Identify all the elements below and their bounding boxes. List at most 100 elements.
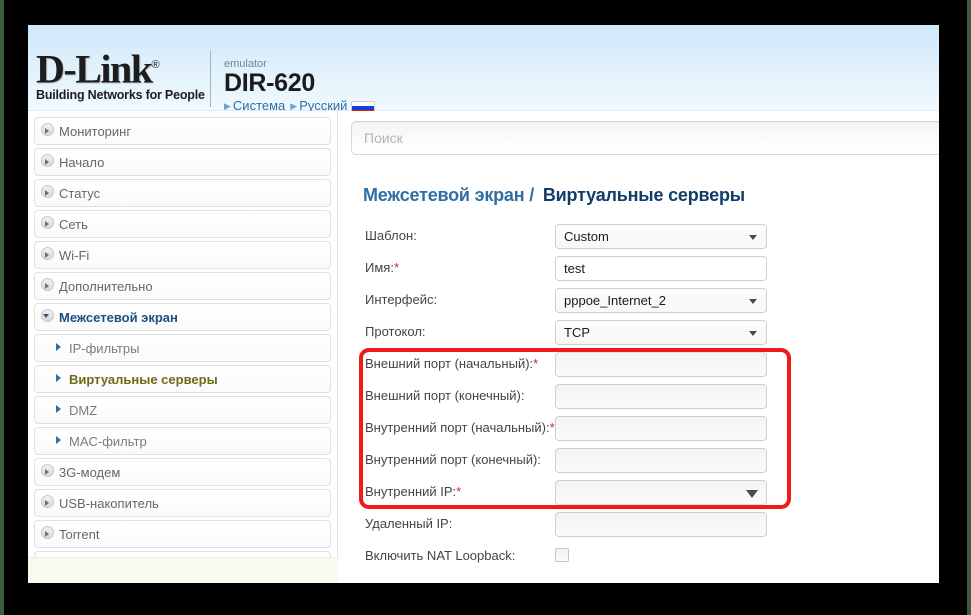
form-control-wrap-6 <box>555 416 785 441</box>
form-label-7: Внутренний порт (конечный): <box>365 448 555 467</box>
form-label-text: Интерфейс: <box>365 292 437 307</box>
form-row-9: Удаленный IP: <box>365 512 785 537</box>
form-control-wrap-4 <box>555 352 785 377</box>
form-control-wrap-5 <box>555 384 785 409</box>
form-label-text: Шаблон: <box>365 228 417 243</box>
sidebar-menu: Мониторинг Начало Статус Сеть Wi-Fi Дополните… <box>28 117 337 583</box>
page-title: Межсетевой экран / Виртуальные серверы <box>363 185 939 206</box>
sidebar-item-label: 3G-модем <box>59 465 120 480</box>
sidebar-item-3[interactable]: Сеть <box>34 210 331 238</box>
sidebar-item-label: Виртуальные серверы <box>69 372 218 387</box>
arrow-right-icon <box>47 343 69 354</box>
form-row-2: Интерфейс: pppoe_Internet_2 <box>365 288 785 313</box>
sidebar-item-label: Torrent <box>59 527 99 542</box>
form-control-wrap-7 <box>555 448 785 473</box>
sidebar-item-5[interactable]: Дополнительно <box>34 272 331 300</box>
sidebar-item-7[interactable]: IP-фильтры <box>34 334 331 362</box>
select-8[interactable] <box>555 480 767 505</box>
form-row-5: Внешний порт (конечный): <box>365 384 785 409</box>
required-asterisk: * <box>550 420 555 435</box>
sidebar-item-label: Дополнительно <box>59 279 153 294</box>
sidebar-item-8[interactable]: Виртуальные серверы <box>34 365 331 393</box>
sidebar-item-1[interactable]: Начало <box>34 148 331 176</box>
chevron-right-circle-icon <box>35 216 59 232</box>
sidebar-item-6[interactable]: Межсетевой экран <box>34 303 331 331</box>
virtual-server-form: Шаблон: Custom Имя:*test Интерфейс: pppoe_In… <box>365 224 785 568</box>
required-asterisk: * <box>456 484 461 499</box>
sidebar-item-label: MAC-фильтр <box>69 434 147 449</box>
sidebar-item-11[interactable]: 3G-модем <box>34 458 331 486</box>
form-label-8: Внутренний IP:* <box>365 480 555 499</box>
input-4[interactable] <box>555 352 767 377</box>
select-0[interactable]: Custom <box>555 224 767 249</box>
control-value: test <box>564 261 585 276</box>
dlink-wordmark-text: D-Link <box>36 46 152 91</box>
sidebar-item-0[interactable]: Мониторинг <box>34 117 331 145</box>
screenshot-root: D-Link® Building Networks for People emu… <box>0 0 971 615</box>
sidebar-item-label: Мониторинг <box>59 124 131 139</box>
chevron-right-circle-icon <box>35 278 59 294</box>
select-3[interactable]: TCP <box>555 320 767 345</box>
chevron-right-circle-icon <box>35 154 59 170</box>
sidebar-item-12[interactable]: USB-накопитель <box>34 489 331 517</box>
form-row-10: Включить NAT Loopback: <box>365 544 785 568</box>
form-label-5: Внешний порт (конечный): <box>365 384 555 403</box>
sidebar-item-label: Межсетевой экран <box>59 310 178 325</box>
sidebar-item-10[interactable]: MAC-фильтр <box>34 427 331 455</box>
chevron-down-circle-icon <box>35 309 59 325</box>
chevron-right-circle-icon <box>35 185 59 201</box>
chevron-right-circle-icon <box>35 247 59 263</box>
model-block: emulator DIR-620 ▶Система▶Русский <box>224 58 374 115</box>
sidebar-item-label: Статус <box>59 186 100 201</box>
sidebar-item-label: Wi-Fi <box>59 248 89 263</box>
arrow-right-icon <box>47 436 69 447</box>
window-edge-left <box>0 0 4 615</box>
form-row-7: Внутренний порт (конечный): <box>365 448 785 473</box>
form-label-4: Внешний порт (начальный):* <box>365 352 555 371</box>
router-admin-page: D-Link® Building Networks for People emu… <box>28 25 939 583</box>
sidebar-item-2[interactable]: Статус <box>34 179 331 207</box>
form-row-1: Имя:*test <box>365 256 785 281</box>
input-5[interactable] <box>555 384 767 409</box>
chevron-right-circle-icon <box>35 123 59 139</box>
form-label-0: Шаблон: <box>365 224 555 243</box>
input-7[interactable] <box>555 448 767 473</box>
search-input[interactable]: Поиск <box>351 121 939 155</box>
breadcrumb-parent[interactable]: Межсетевой экран <box>363 185 524 205</box>
form-row-6: Внутренний порт (начальный):* <box>365 416 785 441</box>
checkbox-nat-loopback[interactable] <box>555 548 569 562</box>
select-2[interactable]: pppoe_Internet_2 <box>555 288 767 313</box>
input-9[interactable] <box>555 512 767 537</box>
breadcrumb-separator: / <box>529 185 534 205</box>
chevron-right-circle-icon <box>35 464 59 480</box>
form-label-6: Внутренний порт (начальный):* <box>365 416 555 435</box>
form-control-wrap-0: Custom <box>555 224 785 249</box>
input-6[interactable] <box>555 416 767 441</box>
form-label-10: Включить NAT Loopback: <box>365 544 555 563</box>
form-label-text: Внутренний порт (начальный): <box>365 420 550 435</box>
required-asterisk: * <box>533 356 538 371</box>
form-label-9: Удаленный IP: <box>365 512 555 531</box>
sidebar-item-4[interactable]: Wi-Fi <box>34 241 331 269</box>
form-label-text: Внешний порт (начальный): <box>365 356 533 371</box>
input-1[interactable]: test <box>555 256 767 281</box>
form-control-wrap-8 <box>555 480 785 505</box>
sidebar-item-13[interactable]: Torrent <box>34 520 331 548</box>
form-label-text: Удаленный IP: <box>365 516 452 531</box>
search-placeholder-text: Поиск <box>364 130 403 146</box>
chevron-right-circle-icon <box>35 526 59 542</box>
arrow-right-icon <box>47 374 69 385</box>
dlink-logo[interactable]: D-Link® Building Networks for People <box>36 47 204 102</box>
registered-trademark-icon: ® <box>152 59 160 71</box>
sidebar-item-label: Начало <box>59 155 104 170</box>
breadcrumb-current: Виртуальные серверы <box>543 185 745 205</box>
header-divider <box>210 51 211 107</box>
form-label-text: Включить NAT Loopback: <box>365 548 515 563</box>
model-name: DIR-620 <box>224 70 374 97</box>
form-label-text: Внешний порт (конечный): <box>365 388 524 403</box>
sidebar-item-label: DMZ <box>69 403 97 418</box>
control-value: Custom <box>564 229 609 244</box>
sidebar-item-9[interactable]: DMZ <box>34 396 331 424</box>
arrow-right-icon <box>47 405 69 416</box>
main-content: Поиск Межсетевой экран / Виртуальные сер… <box>339 111 939 583</box>
